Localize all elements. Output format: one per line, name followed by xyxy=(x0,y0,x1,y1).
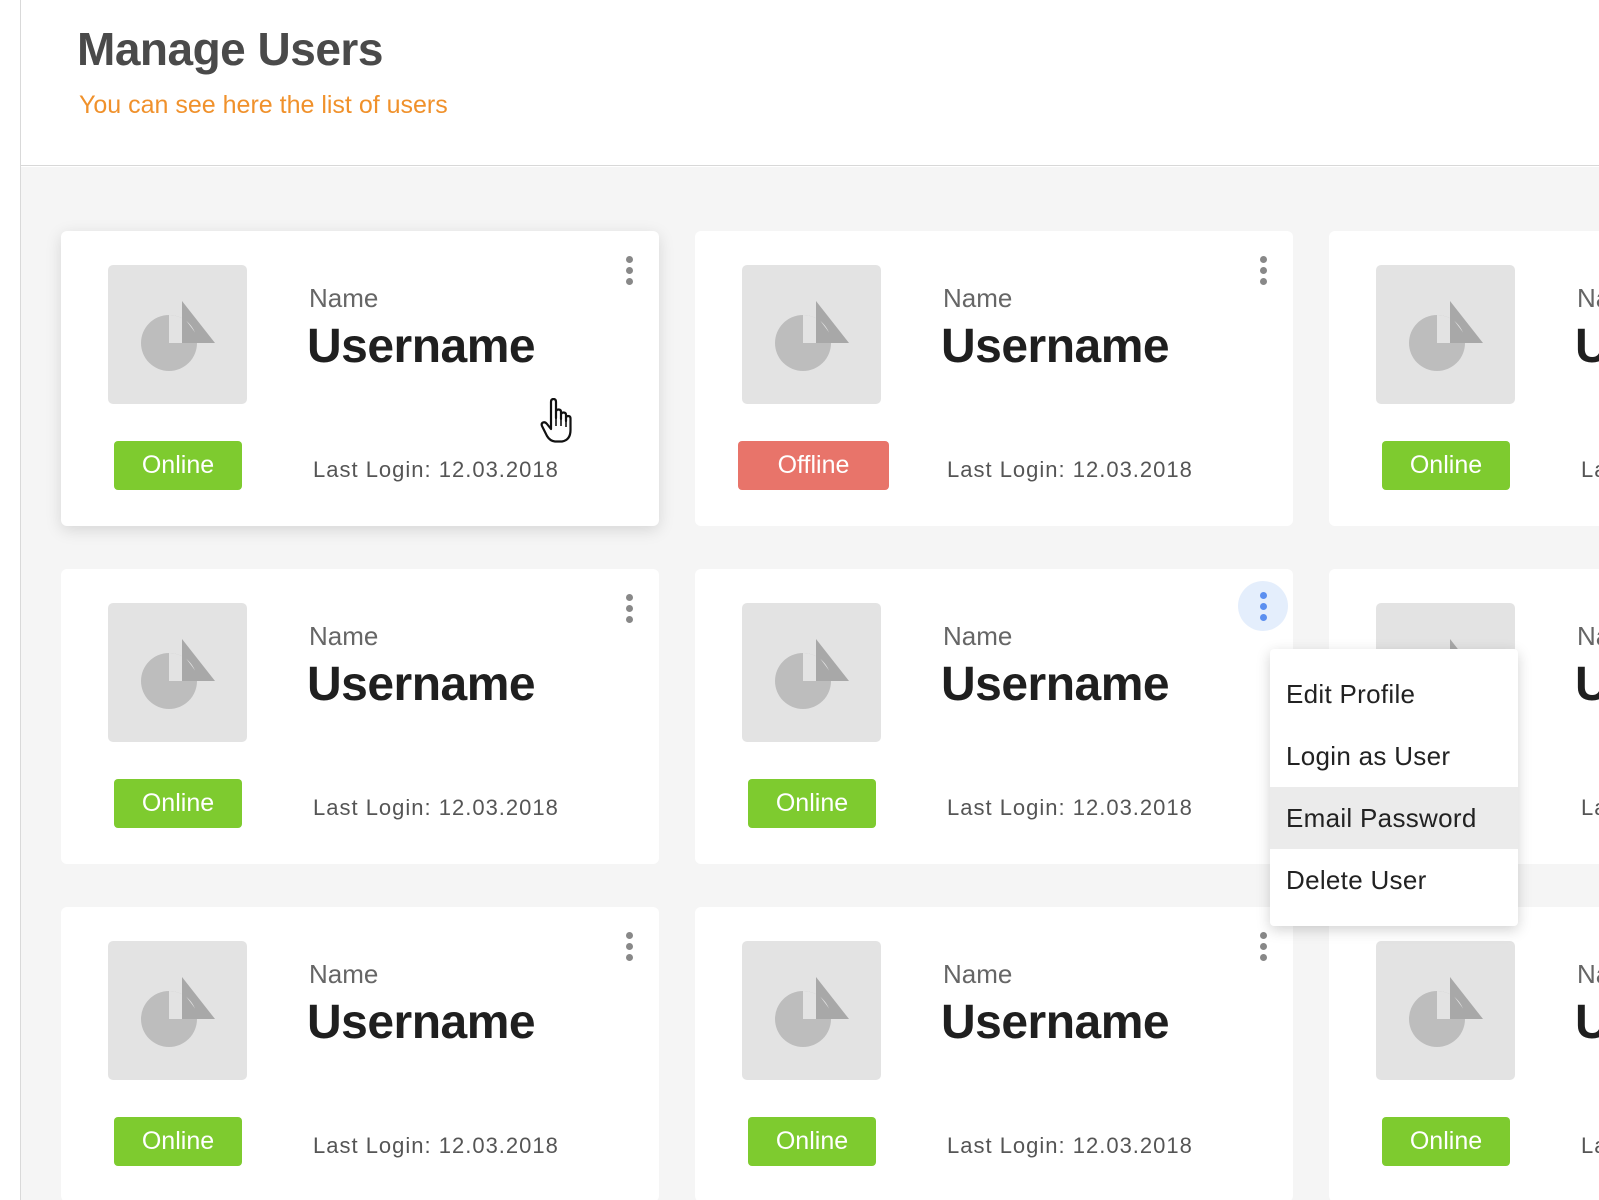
user-context-menu: Edit Profile Login as User Email Passwor… xyxy=(1270,649,1518,926)
user-card[interactable]: Online Name Username Last Login: 12.03.2018 xyxy=(61,569,659,864)
menu-item-edit-profile[interactable]: Edit Profile xyxy=(1270,663,1518,725)
name-label: Name xyxy=(309,283,379,313)
name-label: Name xyxy=(309,621,379,651)
username: Username xyxy=(1575,658,1599,711)
last-login: Last Login: 12.03.2018 xyxy=(313,457,559,482)
last-login: Last Login: 12.03.2018 xyxy=(947,1133,1193,1158)
more-vertical-icon[interactable] xyxy=(1249,245,1277,295)
image-placeholder-icon xyxy=(775,977,849,1047)
name-label: Name xyxy=(1577,959,1599,989)
last-login: Last Login: 12.03.2018 xyxy=(1581,795,1599,820)
username: Username xyxy=(307,320,536,373)
status-badge: Online xyxy=(748,1117,876,1166)
last-login: Last Login: 12.03.2018 xyxy=(313,795,559,820)
name-label: Name xyxy=(943,283,1013,313)
name-label: Name xyxy=(1577,283,1599,313)
image-placeholder-icon xyxy=(141,977,215,1047)
user-card[interactable]: Offline Name Username Last Login: 12.03.201… xyxy=(695,231,1293,526)
more-vertical-icon[interactable] xyxy=(615,583,643,633)
username: Username xyxy=(941,996,1170,1049)
menu-item-delete-user[interactable]: Delete User xyxy=(1270,849,1518,911)
avatar xyxy=(742,941,881,1080)
username: Username xyxy=(1575,996,1599,1049)
user-card[interactable]: Online Name Username Last Login: 12.03.2018 xyxy=(695,907,1293,1200)
avatar xyxy=(742,603,881,742)
name-label: Name xyxy=(943,621,1013,651)
menu-item-login-as-user[interactable]: Login as User xyxy=(1270,725,1518,787)
username: Username xyxy=(307,996,536,1049)
user-card[interactable]: Online Name Username Last Login: 12.03.2018 xyxy=(1329,231,1599,526)
avatar xyxy=(742,265,881,404)
image-placeholder-icon xyxy=(775,639,849,709)
image-placeholder-icon xyxy=(141,301,215,371)
avatar xyxy=(1376,265,1515,404)
status-badge: Online xyxy=(1382,441,1510,490)
last-login: Last Login: 12.03.2018 xyxy=(1581,1133,1599,1158)
status-badge: Online xyxy=(1382,1117,1510,1166)
more-vertical-icon[interactable] xyxy=(1249,921,1277,971)
name-label: Name xyxy=(309,959,379,989)
last-login: Last Login: 12.03.2018 xyxy=(947,457,1193,482)
last-login: Last Login: 12.03.2018 xyxy=(947,795,1193,820)
avatar xyxy=(1376,941,1515,1080)
user-card[interactable]: Online Name Username Last Login: 12.03.2018 xyxy=(61,231,659,526)
page-header: Manage Users You can see here the list o… xyxy=(21,0,1599,166)
last-login: Last Login: 12.03.2018 xyxy=(1581,457,1599,482)
image-placeholder-icon xyxy=(1409,301,1483,371)
more-vertical-icon[interactable] xyxy=(615,921,643,971)
username: Username xyxy=(941,320,1170,373)
page-subtitle: You can see here the list of users xyxy=(79,91,448,119)
avatar xyxy=(108,265,247,404)
username: Username xyxy=(1575,320,1599,373)
username: Username xyxy=(941,658,1170,711)
more-vertical-icon[interactable] xyxy=(1238,581,1288,631)
status-badge: Online xyxy=(114,1117,242,1166)
menu-item-email-password[interactable]: Email Password xyxy=(1270,787,1518,849)
avatar xyxy=(108,603,247,742)
more-vertical-icon[interactable] xyxy=(615,245,643,295)
image-placeholder-icon xyxy=(1409,977,1483,1047)
status-badge: Online xyxy=(114,779,242,828)
avatar xyxy=(108,941,247,1080)
hand-pointer-icon xyxy=(540,398,572,443)
page-title: Manage Users xyxy=(77,23,383,75)
user-card[interactable]: Online Name Username Last Login: 12.03.2018 xyxy=(61,907,659,1200)
name-label: Name xyxy=(1577,621,1599,651)
status-badge: Online xyxy=(748,779,876,828)
name-label: Name xyxy=(943,959,1013,989)
status-badge: Online xyxy=(114,441,242,490)
user-card[interactable]: Online Name Username Last Login: 12.03.2018 xyxy=(695,569,1293,864)
status-badge: Offline xyxy=(738,441,889,490)
username: Username xyxy=(307,658,536,711)
image-placeholder-icon xyxy=(775,301,849,371)
image-placeholder-icon xyxy=(141,639,215,709)
last-login: Last Login: 12.03.2018 xyxy=(313,1133,559,1158)
user-card[interactable]: Online Name Username Last Login: 12.03.2018 xyxy=(1329,907,1599,1200)
